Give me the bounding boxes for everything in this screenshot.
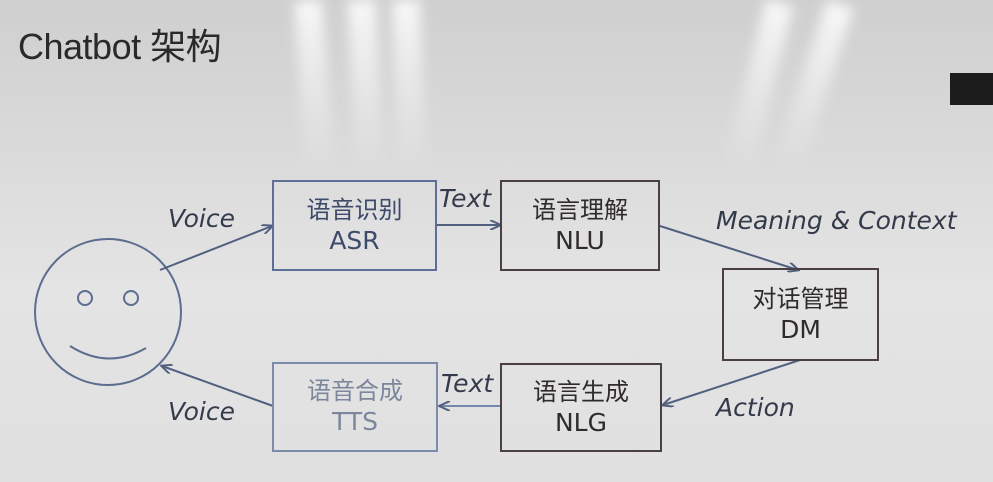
diagram-canvas (34, 0, 993, 482)
asr-box-abbr: ASR (329, 225, 380, 255)
nlu-box-title: 语言理解 (532, 195, 628, 224)
smiley-face-icon (34, 238, 182, 386)
edge-label-meaning-context: Meaning & Context (716, 206, 957, 235)
edge-label-voice-out: Voice (168, 397, 236, 426)
asr-box-title: 语音识别 (306, 195, 403, 224)
nlg-box-abbr: NLG (554, 407, 607, 437)
tts-box-title: 语音合成 (307, 377, 403, 406)
dm-box-title: 对话管理 (752, 284, 849, 313)
asr-box: 语音识别 ASR (272, 180, 437, 271)
edge-label-action: Action (716, 393, 795, 422)
dm-box-abbr: DM (780, 314, 821, 344)
nlg-box-title: 语言生成 (533, 377, 629, 406)
tts-box: 语音合成 TTS (272, 362, 438, 452)
dm-box: 对话管理 DM (722, 268, 879, 361)
tts-box-abbr: TTS (332, 407, 378, 437)
nlu-box: 语言理解 NLU (500, 180, 660, 271)
edge-label-text-bottom: Text (441, 369, 494, 398)
nlg-box: 语言生成 NLG (500, 363, 662, 452)
edge-label-voice-in: Voice (168, 204, 236, 233)
nlu-box-abbr: NLU (555, 225, 605, 255)
edge-label-text-top: Text (439, 184, 492, 213)
